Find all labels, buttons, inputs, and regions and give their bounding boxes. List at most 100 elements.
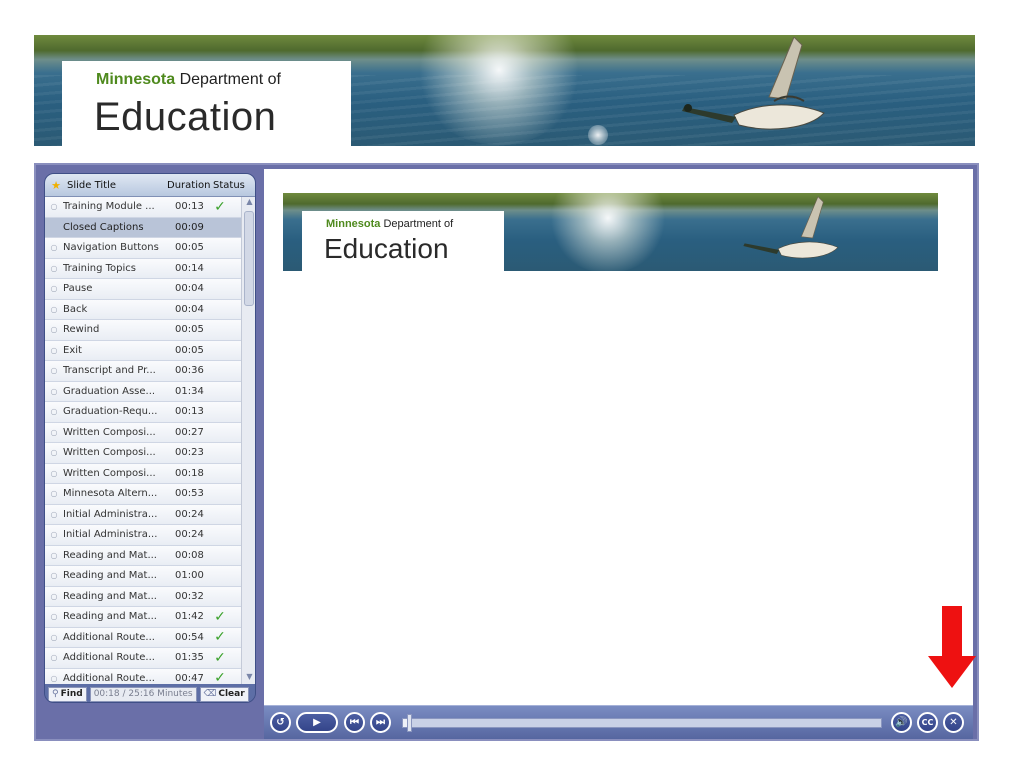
slide-list-item[interactable]: ○ Reading and Mat... 00:32 (45, 586, 241, 607)
slide-title: Written Composi... (63, 467, 156, 479)
slide-bullet-icon: ○ (50, 263, 58, 273)
slide-bullet-icon: ○ (50, 407, 58, 417)
volume-icon[interactable]: 🔊 (891, 712, 912, 733)
slide-list-item[interactable]: ○ Navigation Buttons 00:05 (45, 238, 241, 259)
slide-list-item[interactable]: ○ Written Composi... 00:23 (45, 443, 241, 464)
slide-list-scrollbar[interactable]: ▲ ▼ (241, 197, 255, 684)
find-button[interactable]: ⚲ Find (48, 686, 87, 702)
eraser-icon: ⌫ (203, 689, 217, 699)
play-button[interactable]: ▶ (296, 712, 338, 733)
slide-duration: 00:24 (175, 529, 204, 541)
slide-list-item[interactable]: ○ Written Composi... 00:27 (45, 422, 241, 443)
slide-title: Minnesota Altern... (63, 488, 158, 500)
status-checkmark-icon: ✓ (214, 649, 226, 666)
page: Minnesota Department of Education ★ Slid… (0, 0, 1024, 768)
slide-duration: 01:35 (175, 652, 204, 664)
slide-content-area: Minnesota Department of Education (264, 169, 973, 705)
slide-list-item[interactable]: ○ Rewind 00:05 (45, 320, 241, 341)
scroll-down-arrow-icon[interactable]: ▼ (242, 672, 255, 684)
slide-bullet-icon: ○ (50, 653, 58, 663)
seek-bar[interactable] (402, 714, 882, 732)
slide-list-item[interactable]: ○ Additional Route... 00:54 ✓ (45, 627, 241, 648)
slide-logo-education-text: Education (324, 233, 449, 264)
slide-title: Reading and Mat... (63, 570, 157, 582)
slide-list-item[interactable]: ○ Additional Route... 01:35 ✓ (45, 648, 241, 669)
elapsed-time-display: 00:18 / 25:16 Minutes (89, 686, 197, 702)
slide-duration: 00:09 (175, 221, 204, 233)
slide-bullet-icon: ○ (50, 325, 58, 335)
slide-title: Exit (63, 344, 82, 356)
scroll-thumb[interactable] (244, 211, 254, 306)
slide-bullet-icon: ○ (50, 509, 58, 519)
slide-list-item[interactable]: ○ Initial Administra... 00:24 (45, 525, 241, 546)
slide-duration: 00:13 (175, 406, 204, 418)
slide-list-item[interactable]: ○ Reading and Mat... 00:08 (45, 545, 241, 566)
clear-button[interactable]: ⌫ Clear (199, 686, 249, 702)
slide-list-item[interactable]: ○ Initial Administra... 00:24 (45, 504, 241, 525)
slide-title: Reading and Mat... (63, 590, 157, 602)
slide-title: Initial Administra... (63, 508, 158, 520)
slide-bullet-icon: ○ (50, 386, 58, 396)
column-header-title[interactable]: Slide Title (63, 180, 167, 191)
logo-state-name: Minnesota (96, 71, 176, 88)
scroll-up-arrow-icon[interactable]: ▲ (242, 197, 255, 209)
slide-bullet-icon: ○ (50, 448, 58, 458)
slide-list-item[interactable]: ○ Written Composi... 00:18 (45, 463, 241, 484)
slide-list-item[interactable]: ○ Graduation Asse... 01:34 (45, 381, 241, 402)
column-header-duration[interactable]: Duration (167, 180, 213, 191)
find-label: Find (60, 689, 83, 699)
slide-banner: Minnesota Department of Education (283, 193, 938, 271)
previous-slide-icon[interactable]: ⏮ (344, 712, 365, 733)
slide-title: Written Composi... (63, 426, 156, 438)
course-player: ★ Slide Title Duration Status ○ Training … (34, 163, 979, 741)
play-icon: ▶ (313, 717, 321, 728)
slide-list-footer: ⚲ Find 00:18 / 25:16 Minutes ⌫ Clear (45, 684, 255, 702)
slide-list-item[interactable]: ○ Reading and Mat... 01:42 ✓ (45, 607, 241, 628)
slide-duration: 00:14 (175, 262, 204, 274)
slide-bullet-icon: ○ (50, 591, 58, 601)
logo-education-text: Education (94, 95, 277, 139)
sun-glare (548, 193, 668, 271)
playback-controls: ↺ ▶ ⏮ ⏭ 🔊 CC ✕ (264, 705, 973, 739)
slide-list-item[interactable]: ○ Additional Route... 00:47 ✓ (45, 668, 241, 684)
slide-bullet-icon: ○ (50, 530, 58, 540)
slide-list-item[interactable]: ○ Reading and Mat... 01:00 (45, 566, 241, 587)
replay-icon[interactable]: ↺ (270, 712, 291, 733)
slide-duration: 00:05 (175, 324, 204, 336)
slide-list-item[interactable]: ○ Graduation-Requ... 00:13 (45, 402, 241, 423)
slide-duration: 00:54 (175, 631, 204, 643)
lens-flare (588, 125, 608, 145)
slide-bullet-icon: ○ (50, 304, 58, 314)
column-header-status[interactable]: Status (213, 180, 253, 191)
header-banner: Minnesota Department of Education (34, 35, 975, 146)
slide-title: Graduation-Requ... (63, 406, 158, 418)
slide-duration: 00:04 (175, 283, 204, 295)
slide-bullet-icon: ○ (50, 427, 58, 437)
slide-title: Additional Route... (63, 631, 155, 643)
slide-bullet-icon: ○ (50, 284, 58, 294)
slide-title: Additional Route... (63, 652, 155, 664)
next-slide-icon[interactable]: ⏭ (370, 712, 391, 733)
slide-duration: 01:00 (175, 570, 204, 582)
slide-list: ○ Training Module ... 00:13 ✓ Closed Caption… (45, 197, 241, 684)
close-icon[interactable]: ✕ (943, 712, 964, 733)
slide-list-item[interactable]: ○ Transcript and Pr... 00:36 (45, 361, 241, 382)
slide-duration: 01:34 (175, 385, 204, 397)
slide-list-item[interactable]: ○ Training Module ... 00:13 ✓ (45, 197, 241, 218)
mde-logo: Minnesota Department of Education (62, 61, 351, 146)
slide-title: Initial Administra... (63, 529, 158, 541)
slide-list-item[interactable]: ○ Back 00:04 (45, 299, 241, 320)
slide-bullet-icon: ○ (50, 632, 58, 642)
slide-title: Transcript and Pr... (63, 365, 156, 377)
slide-duration: 00:08 (175, 549, 204, 561)
slide-list-item[interactable]: ○ Pause 00:04 (45, 279, 241, 300)
seek-handle[interactable] (406, 714, 412, 732)
slide-logo-state-name: Minnesota (326, 218, 381, 230)
closed-captions-button[interactable]: CC (917, 712, 938, 733)
slide-list-item[interactable]: ○ Exit 00:05 (45, 340, 241, 361)
slide-list-item[interactable]: ○ Training Topics 00:14 (45, 258, 241, 279)
slide-list-header: ★ Slide Title Duration Status (45, 174, 255, 197)
slide-bullet-icon: ○ (50, 468, 58, 478)
slide-list-item[interactable]: ○ Minnesota Altern... 00:53 (45, 484, 241, 505)
slide-list-item[interactable]: Closed Captions 00:09 (45, 217, 241, 238)
